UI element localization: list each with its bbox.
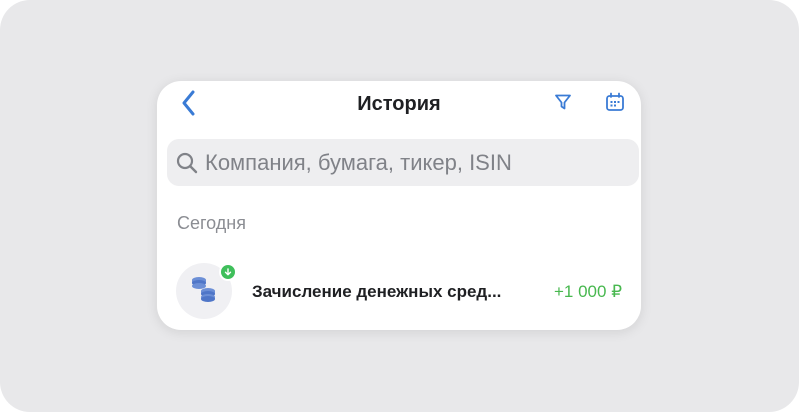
search-icon bbox=[176, 151, 200, 175]
search-input[interactable] bbox=[205, 149, 625, 176]
filter-icon bbox=[554, 93, 572, 116]
section-header-today: Сегодня bbox=[177, 213, 246, 233]
header: История bbox=[157, 81, 641, 131]
coins-icon bbox=[189, 275, 219, 308]
history-panel: История Компания, бумага, тикер, ISIN Се… bbox=[157, 81, 641, 330]
transaction-amount: +1 000 ₽ bbox=[554, 282, 623, 301]
filter-button[interactable] bbox=[552, 93, 574, 115]
transaction-row[interactable]: Зачисление денежных сред... +1 000 ₽ bbox=[157, 261, 641, 321]
calendar-icon bbox=[605, 92, 625, 117]
transaction-title: Зачисление денежных сред... bbox=[252, 282, 502, 301]
incoming-badge bbox=[219, 263, 237, 281]
screen-background: История Компания, бумага, тикер, ISIN Се… bbox=[0, 0, 799, 412]
arrow-down-icon bbox=[224, 263, 232, 281]
search-bar[interactable] bbox=[167, 139, 639, 186]
calendar-button[interactable] bbox=[604, 92, 626, 117]
